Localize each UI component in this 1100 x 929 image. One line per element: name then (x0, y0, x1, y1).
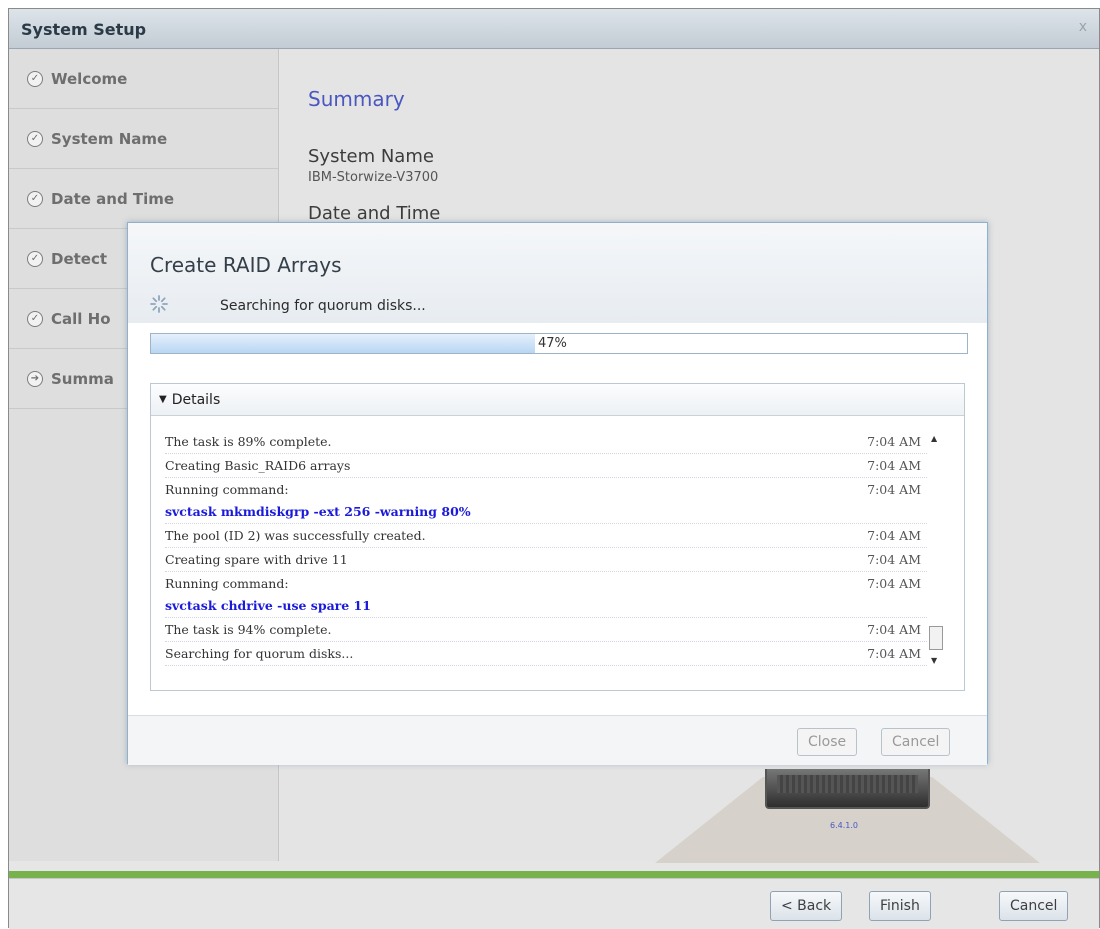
storage-system-image (765, 769, 930, 809)
log-entry: Running command: 7:04 AM (165, 572, 927, 594)
progress-fill (151, 334, 535, 353)
log-entry: Creating Basic_RAID6 arrays 7:04 AM (165, 454, 927, 478)
log-text: Creating Basic_RAID6 arrays (165, 458, 351, 473)
spinner-icon (150, 295, 168, 313)
wizard-footer: < Back Finish Cancel (9, 878, 1099, 929)
log-text: The task is 89% complete. (165, 434, 332, 449)
date-time-heading: Date and Time (308, 203, 441, 224)
close-button[interactable]: Close (797, 728, 858, 756)
sidebar-step-label: System Name (51, 129, 168, 148)
sidebar-step-label: Date and Time (51, 189, 175, 208)
log-entry: Running command: 7:04 AM (165, 478, 927, 500)
details-label: Details (171, 391, 221, 408)
cancel-button[interactable]: Cancel (999, 891, 1069, 921)
window-title: System Setup (21, 20, 147, 39)
scroll-thumb[interactable] (929, 626, 943, 650)
log-time: 7:04 AM (867, 646, 921, 661)
sidebar-step-item[interactable]: ✓ System Name (9, 109, 278, 169)
log-command-row: svctask mkmdiskgrp -ext 256 -warning 80% (165, 500, 927, 524)
log-text: Searching for quorum disks... (165, 646, 354, 661)
check-circle-icon: ✓ (27, 250, 43, 267)
status-text: Searching for quorum disks... (220, 298, 426, 314)
arrow-circle-icon: ➔ (27, 370, 43, 387)
log-time: 7:04 AM (867, 458, 921, 473)
log-time: 7:04 AM (867, 552, 921, 567)
scroll-down-icon[interactable]: ▼ (931, 656, 937, 665)
check-circle-icon: ✓ (27, 70, 43, 87)
dialog-footer: Close Cancel (128, 715, 987, 765)
title-bar: System Setup x (9, 9, 1099, 49)
triangle-down-icon: ▼ (159, 394, 167, 405)
log-command: svctask chdrive -use spare 11 (165, 598, 371, 613)
details-toggle[interactable]: ▼ Details (151, 384, 964, 416)
log-command: svctask mkmdiskgrp -ext 256 -warning 80% (165, 504, 471, 519)
create-raid-arrays-dialog: Create RAID Arrays Searching for quorum … (127, 222, 988, 765)
close-icon[interactable]: x (1079, 19, 1087, 35)
log-text: The pool (ID 2) was successfully created… (165, 528, 426, 543)
check-circle-icon: ✓ (27, 130, 43, 147)
dialog-cancel-button[interactable]: Cancel (881, 728, 951, 756)
sidebar-step-label: Summa (51, 369, 114, 388)
log-time: 7:04 AM (867, 575, 921, 591)
check-circle-icon: ✓ (27, 190, 43, 207)
progress-percent: 47% (538, 336, 567, 351)
log-text: The task is 94% complete. (165, 622, 332, 637)
log-time: 7:04 AM (867, 434, 921, 449)
log-entry: The pool (ID 2) was successfully created… (165, 524, 927, 548)
log-scrollbar[interactable]: ▲ ▼ (927, 430, 945, 674)
log-time: 7:04 AM (867, 528, 921, 543)
log-command-row: svctask chdrive -use spare 11 (165, 594, 927, 618)
log-entry: The task is 94% complete. 7:04 AM (165, 618, 927, 642)
system-name-value: IBM-Storwize-V3700 (308, 170, 439, 185)
log-entry: Searching for quorum disks... 7:04 AM (165, 642, 927, 666)
scroll-up-icon[interactable]: ▲ (931, 434, 937, 443)
log-entry: Creating spare with drive 11 7:04 AM (165, 548, 927, 572)
log-entry: The task is 89% complete. 7:04 AM (165, 430, 927, 454)
details-panel: ▼ Details The task is 89% complete. 7:04 … (150, 383, 965, 691)
finish-button[interactable]: Finish (869, 891, 931, 921)
dialog-title: Create RAID Arrays (150, 253, 342, 277)
sidebar-step-label: Welcome (51, 69, 128, 88)
sidebar-step-item[interactable]: ✓ Welcome (9, 49, 278, 109)
log-text: Creating spare with drive 11 (165, 552, 348, 567)
log-list: The task is 89% complete. 7:04 AM Creating… (165, 430, 927, 666)
system-name-heading: System Name (308, 146, 434, 167)
log-text: Running command: (165, 481, 289, 497)
log-time: 7:04 AM (867, 481, 921, 497)
version-label: 6.4.1.0 (830, 821, 858, 830)
sidebar-step-label: Call Ho (51, 309, 111, 328)
sidebar-step-label: Detect (51, 249, 108, 268)
check-circle-icon: ✓ (27, 310, 43, 327)
log-time: 7:04 AM (867, 622, 921, 637)
task-progress-bar: 47% (150, 333, 968, 354)
summary-title: Summary (308, 87, 405, 111)
log-text: Running command: (165, 575, 289, 591)
wizard-progress-strip (9, 871, 1099, 878)
back-button[interactable]: < Back (770, 891, 843, 921)
sidebar-step-item[interactable]: ✓ Date and Time (9, 169, 278, 229)
